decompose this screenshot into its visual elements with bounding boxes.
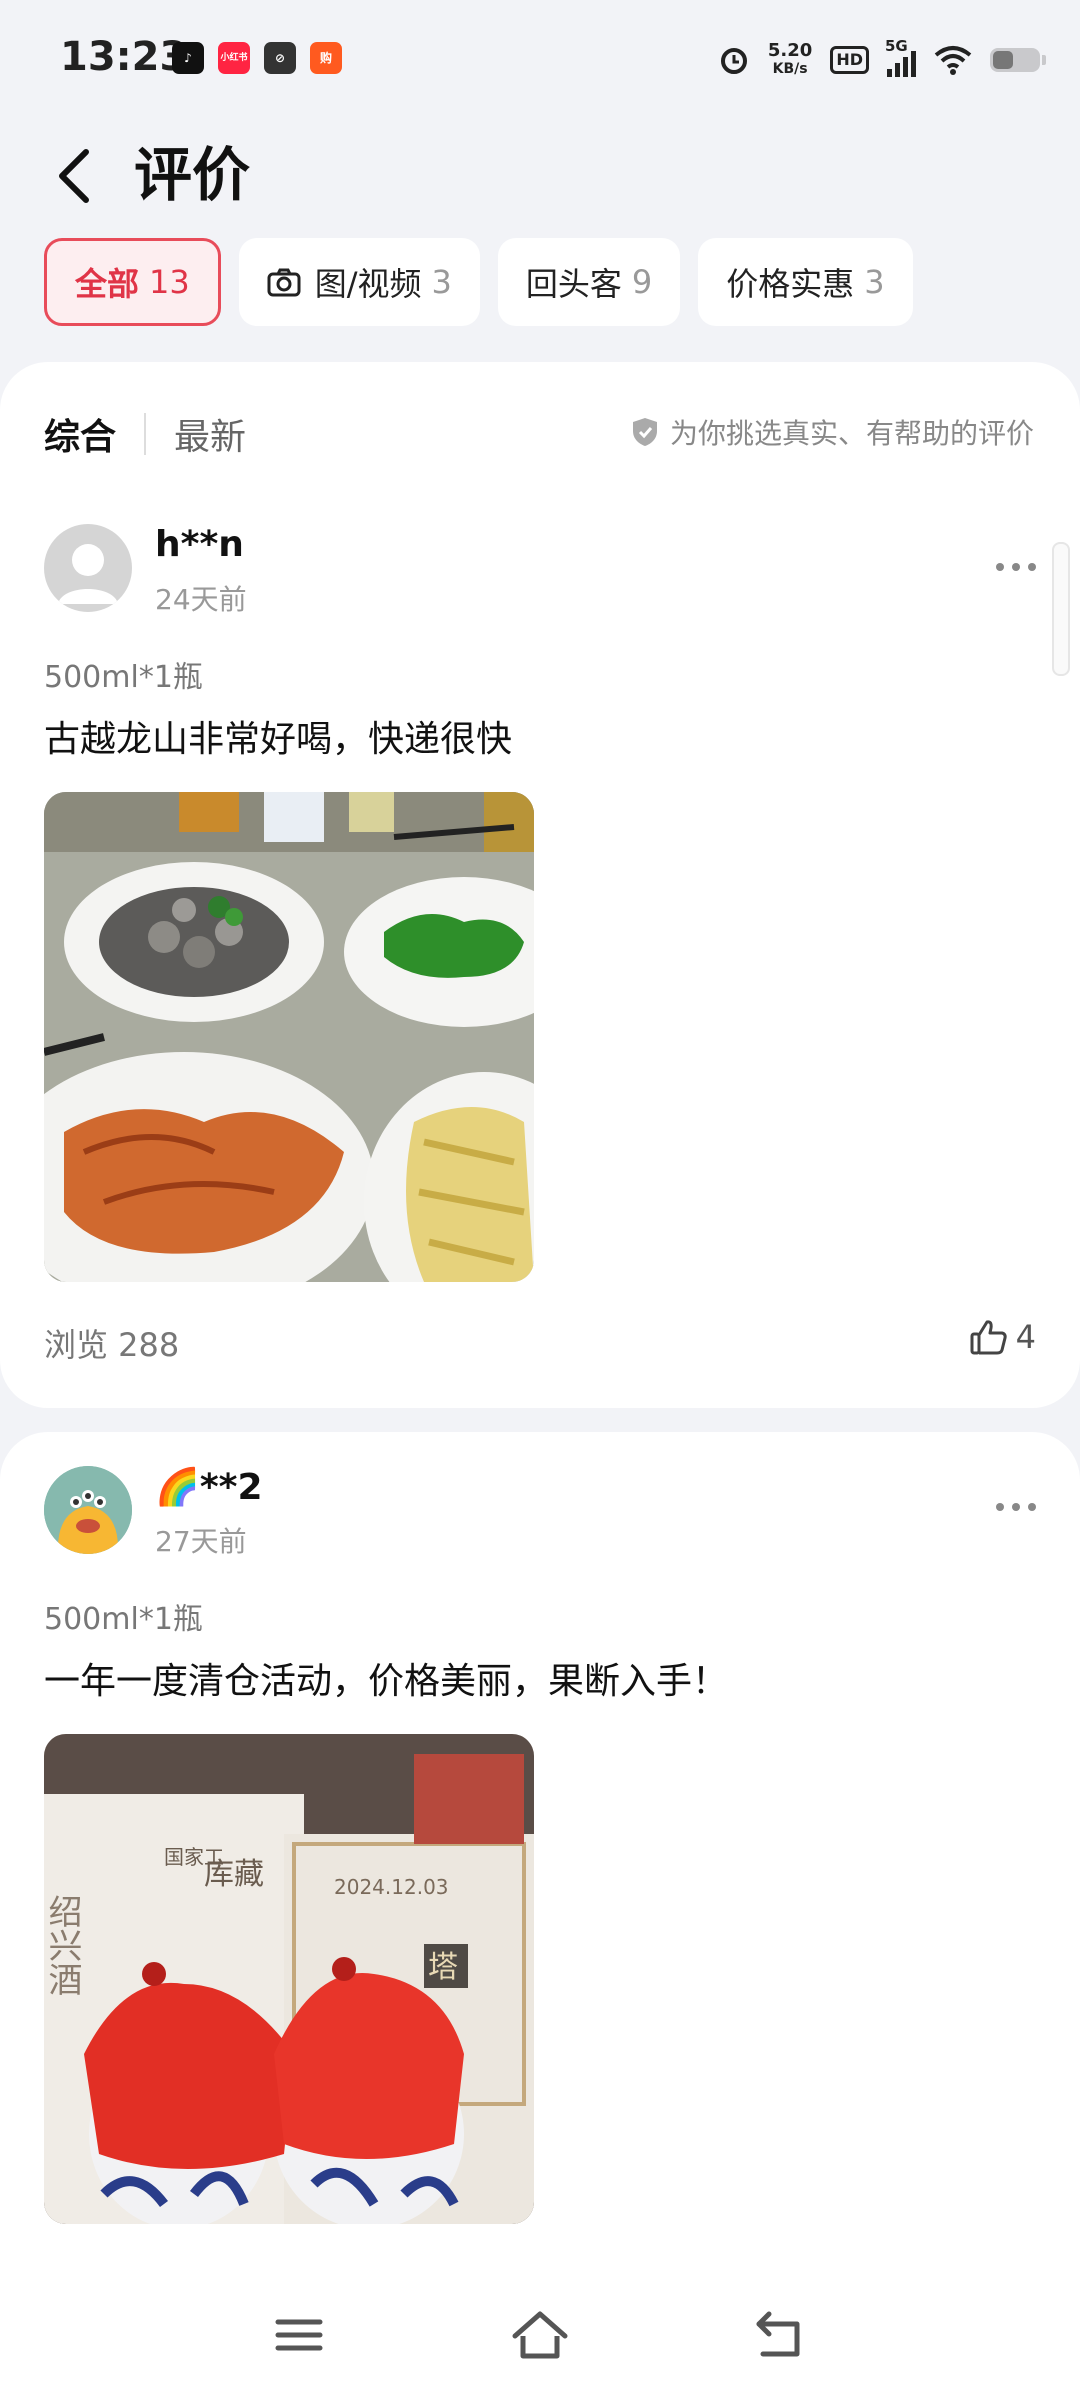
filter-chip-label: 全部	[75, 265, 140, 303]
curation-note: 为你挑选真实、有帮助的评价	[630, 412, 1034, 452]
wine-bottles-photo: 库藏 国家工 绍兴酒 2024.12.03 塔	[44, 1734, 534, 2224]
app-link-icon: ⊘	[264, 42, 296, 74]
reviewer-name[interactable]: h**n	[155, 524, 244, 565]
filter-chips: 全部 13 图/视频 3 回头客 9 价格实惠 3	[44, 238, 913, 326]
title-bar: 评价	[0, 118, 1080, 236]
box-label: 国家工	[164, 1845, 224, 1869]
thumbs-up-icon	[970, 1320, 1007, 1355]
battery-icon	[990, 48, 1046, 72]
review-card: 🌈**2 27天前 500ml*1瓶 一年一度清仓活动，价格美丽，果断入手！ 库…	[0, 1432, 1080, 2332]
box-label: 塔	[428, 1950, 458, 1985]
filter-chip-label: 回头客	[525, 265, 622, 303]
sort-tab-comprehensive[interactable]: 综合	[44, 408, 116, 460]
filter-chip-count: 3	[431, 263, 452, 301]
status-indicators: 5.20 KB/s HD 5G	[718, 37, 1046, 82]
camera-icon	[267, 268, 301, 297]
avatar[interactable]	[44, 524, 132, 612]
review-photo[interactable]: 库藏 国家工 绍兴酒 2024.12.03 塔	[44, 1734, 534, 2224]
net-speed: 5.20 KB/s	[767, 40, 813, 77]
more-options-icon[interactable]	[986, 1492, 1046, 1522]
filter-chip-all[interactable]: 全部 13	[44, 238, 221, 326]
menu-icon[interactable]	[264, 2300, 334, 2370]
page-title: 评价	[134, 141, 251, 209]
review-sku: 500ml*1瓶	[44, 1602, 203, 1637]
avatar[interactable]	[44, 1466, 132, 1554]
system-nav-bar	[0, 2270, 1080, 2400]
hd-badge: HD	[830, 46, 869, 74]
back-arrow-icon[interactable]	[48, 130, 108, 220]
filter-chip-label: 图/视频	[314, 265, 422, 303]
box-label: 绍兴酒	[44, 1894, 82, 1996]
curation-note-text: 为你挑选真实、有帮助的评价	[669, 417, 1034, 450]
review-card: 综合 最新 为你挑选真实、有帮助的评价 h**n 24天前 500ml*1瓶 古…	[0, 362, 1080, 1408]
filter-chip-value[interactable]: 价格实惠 3	[698, 238, 913, 326]
review-time: 24天前	[155, 583, 247, 616]
filter-chip-label: 价格实惠	[726, 265, 855, 303]
signal-icon: 5G	[885, 37, 916, 77]
review-text: 古越龙山非常好喝，快递很快	[44, 719, 513, 760]
return-icon[interactable]	[745, 2300, 815, 2370]
review-sku: 500ml*1瓶	[44, 660, 203, 695]
sort-divider	[144, 413, 147, 455]
shopping-app-icon: 购	[310, 42, 342, 74]
filter-chip-media[interactable]: 图/视频 3	[238, 238, 480, 326]
alarm-icon	[720, 48, 747, 74]
sort-tabs: 综合 最新	[44, 408, 246, 460]
tiktok-icon: ♪	[172, 42, 204, 74]
view-count: 浏览 288	[44, 1326, 180, 1364]
xiaohongshu-icon: 小红书	[218, 42, 250, 74]
review-time: 27天前	[155, 1525, 247, 1558]
shield-icon	[632, 418, 657, 446]
scrollbar[interactable]	[1052, 542, 1070, 676]
filter-chip-returning[interactable]: 回头客 9	[497, 238, 681, 326]
default-avatar-icon	[58, 544, 118, 604]
filter-chip-count: 13	[149, 263, 190, 301]
status-time: 13:23	[60, 34, 188, 80]
sort-tab-latest[interactable]: 最新	[174, 408, 246, 460]
home-icon[interactable]	[505, 2300, 575, 2370]
wifi-icon	[934, 46, 972, 75]
review-text: 一年一度清仓活动，价格美丽，果断入手！	[44, 1661, 729, 1702]
reviewer-name[interactable]: 🌈**2	[155, 1466, 263, 1508]
more-options-icon[interactable]	[986, 552, 1046, 582]
like-count: 4	[1015, 1318, 1036, 1356]
review-photo[interactable]	[44, 792, 534, 1282]
food-photo	[44, 792, 534, 1282]
status-bar: 13:23 ♪ 小红书 ⊘ 购 5.20 KB/s HD 5G	[0, 0, 1080, 118]
like-button[interactable]: 4	[970, 1318, 1036, 1356]
box-label: 2024.12.03	[334, 1875, 449, 1899]
filter-chip-count: 9	[631, 263, 653, 301]
filter-chip-count: 3	[864, 263, 885, 301]
monster-avatar-icon	[44, 1466, 132, 1554]
